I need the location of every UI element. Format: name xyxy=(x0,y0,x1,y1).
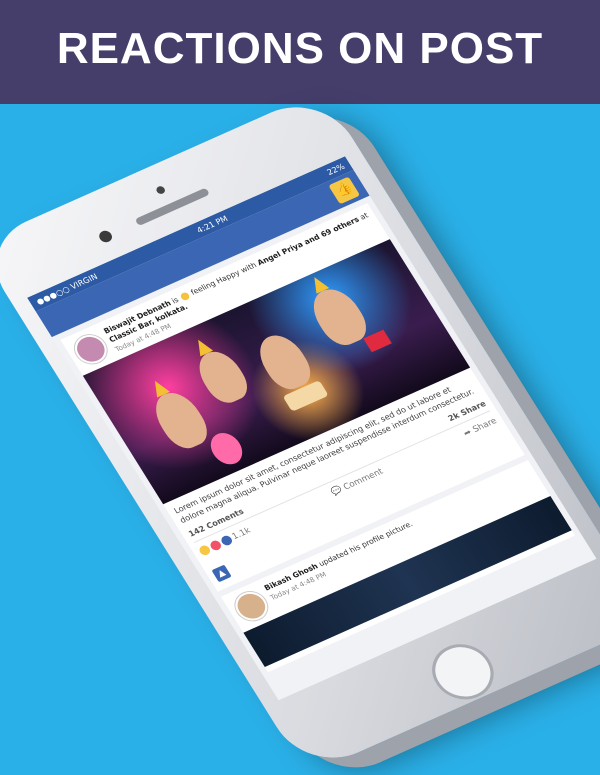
home-button[interactable] xyxy=(420,635,505,709)
phone-device: ●●●○○ VIRGIN 4:21 PM 22% 👍 Biswajit Debn… xyxy=(0,89,600,775)
phone-screen: ●●●○○ VIRGIN 4:21 PM 22% 👍 Biswajit Debn… xyxy=(27,156,597,701)
thumbs-up-icon[interactable]: 👍 xyxy=(328,176,361,205)
gift-box xyxy=(363,329,392,353)
front-camera xyxy=(96,228,115,245)
reaction-count: 1.1k xyxy=(230,525,253,542)
avatar[interactable] xyxy=(69,330,113,369)
phone-illustration: ●●●○○ VIRGIN 4:21 PM 22% 👍 Biswajit Debn… xyxy=(0,0,600,775)
share-icon: ➦ xyxy=(461,427,474,439)
phone-body: ●●●○○ VIRGIN 4:21 PM 22% 👍 Biswajit Debn… xyxy=(0,89,600,775)
at-text: at xyxy=(358,210,370,222)
like-button[interactable]: ▲ xyxy=(211,564,232,583)
feeling-happy-icon xyxy=(179,291,191,302)
avatar[interactable] xyxy=(229,587,274,626)
balloon xyxy=(204,428,249,469)
comment-icon: 💬 xyxy=(329,485,345,498)
camera-dot xyxy=(154,185,167,196)
with-text: with xyxy=(238,260,259,275)
